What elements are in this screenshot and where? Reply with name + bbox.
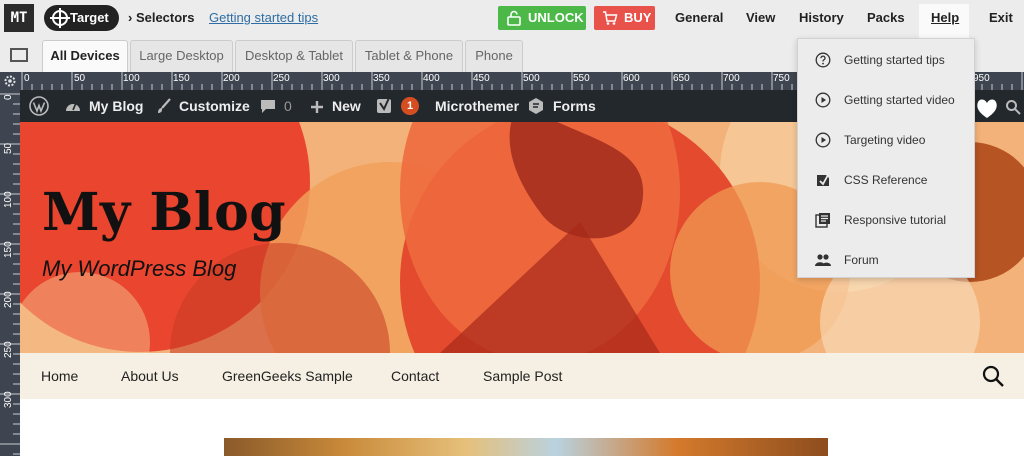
target-button[interactable]: Target bbox=[44, 5, 119, 31]
menu-history[interactable]: History bbox=[799, 10, 844, 25]
top-toolbar: MT Target › Selectors Getting started ti… bbox=[0, 0, 1024, 38]
admin-forms[interactable]: Forms bbox=[553, 98, 596, 114]
target-label: Target bbox=[70, 10, 109, 25]
help-item-getting-started-video[interactable]: Getting started video bbox=[798, 80, 976, 120]
microthemer-logo[interactable]: MT bbox=[4, 4, 34, 32]
menu-general[interactable]: General bbox=[675, 10, 723, 25]
help-item-responsive-tutorial[interactable]: Responsive tutorial bbox=[798, 200, 976, 240]
ruler-label: 450 bbox=[473, 73, 490, 84]
nav-contact[interactable]: Contact bbox=[391, 368, 439, 384]
ruler-label: 250 bbox=[3, 341, 14, 358]
ruler-label: 300 bbox=[323, 73, 340, 84]
help-item-label: CSS Reference bbox=[844, 173, 928, 187]
avatar-icon[interactable] bbox=[974, 96, 1000, 120]
unlock-button[interactable]: UNLOCK bbox=[498, 6, 586, 30]
microthemer-app: MT Target › Selectors Getting started ti… bbox=[0, 0, 1024, 456]
search-icon[interactable] bbox=[1005, 99, 1021, 115]
ruler-label: 300 bbox=[3, 391, 14, 408]
lock-icon bbox=[507, 10, 521, 26]
buy-button[interactable]: BUY bbox=[594, 6, 655, 30]
admin-new[interactable]: New bbox=[332, 98, 361, 114]
ruler-label: 50 bbox=[3, 142, 14, 154]
menu-help[interactable]: Help bbox=[931, 10, 959, 25]
nav-greengeeks-sample[interactable]: GreenGeeks Sample bbox=[222, 368, 353, 384]
device-icon[interactable] bbox=[10, 48, 28, 62]
ruler-label: 100 bbox=[3, 191, 14, 208]
ruler-label: 350 bbox=[373, 73, 390, 84]
post-featured-image bbox=[224, 438, 828, 456]
menu-view[interactable]: View bbox=[746, 10, 775, 25]
site-search-icon[interactable] bbox=[982, 365, 1004, 387]
dashboard-icon bbox=[66, 102, 80, 111]
help-item-getting-started-tips[interactable]: Getting started tips bbox=[798, 40, 976, 80]
nav-sample-post[interactable]: Sample Post bbox=[483, 368, 562, 384]
forms-icon bbox=[529, 98, 543, 114]
ruler-label: 0 bbox=[24, 73, 30, 84]
help-item-label: Responsive tutorial bbox=[844, 213, 947, 227]
ruler-label: 650 bbox=[673, 73, 690, 84]
ruler-label: 200 bbox=[3, 291, 14, 308]
ruler-label: 600 bbox=[623, 73, 640, 84]
help-item-label: Forum bbox=[844, 253, 879, 267]
wordpress-icon[interactable] bbox=[29, 96, 49, 116]
ruler-label: 550 bbox=[573, 73, 590, 84]
comments-count[interactable]: 0 bbox=[284, 98, 292, 114]
nav-about-us[interactable]: About Us bbox=[121, 368, 179, 384]
ruler-label: 100 bbox=[123, 73, 140, 84]
ruler-label: 500 bbox=[523, 73, 540, 84]
ruler-label: 250 bbox=[273, 73, 290, 84]
vertical-ruler[interactable]: 0 50 100 150 200 250 300 bbox=[0, 72, 20, 456]
tab-phone[interactable]: Phone bbox=[465, 40, 523, 72]
help-item-targeting-video[interactable]: Targeting video bbox=[798, 120, 976, 160]
tab-desktop-tablet[interactable]: Desktop & Tablet bbox=[235, 40, 353, 72]
yoast-icon[interactable] bbox=[376, 97, 394, 115]
unlock-label: UNLOCK bbox=[528, 10, 584, 25]
ruler-label: 50 bbox=[74, 73, 86, 84]
crosshair-icon bbox=[50, 8, 70, 28]
buy-label: BUY bbox=[624, 10, 652, 25]
nav-home[interactable]: Home bbox=[41, 368, 78, 384]
yoast-badge: 1 bbox=[401, 97, 419, 115]
help-item-label: Targeting video bbox=[844, 133, 926, 147]
plus-icon bbox=[311, 101, 323, 113]
ruler-label: 150 bbox=[173, 73, 190, 84]
admin-site-name[interactable]: My Blog bbox=[89, 98, 143, 114]
people-icon bbox=[815, 254, 831, 266]
ruler-label: 750 bbox=[773, 73, 790, 84]
play-icon bbox=[815, 92, 831, 108]
ruler-label: 400 bbox=[423, 73, 440, 84]
help-item-forum[interactable]: Forum bbox=[798, 240, 976, 280]
play-icon bbox=[815, 132, 831, 148]
brush-icon bbox=[158, 98, 171, 113]
getting-started-link[interactable]: Getting started tips bbox=[209, 10, 318, 25]
cart-icon bbox=[603, 11, 618, 25]
gear-icon[interactable] bbox=[3, 74, 17, 88]
site-nav: Home About Us GreenGeeks Sample Contact … bbox=[20, 353, 1024, 399]
tab-tablet-phone[interactable]: Tablet & Phone bbox=[355, 40, 463, 72]
css-reference-icon bbox=[817, 174, 829, 186]
site-description: My WordPress Blog bbox=[42, 256, 237, 281]
admin-customize[interactable]: Customize bbox=[179, 98, 250, 114]
tab-all-devices[interactable]: All Devices bbox=[42, 40, 128, 72]
tab-large-desktop[interactable]: Large Desktop bbox=[130, 40, 233, 72]
comment-icon bbox=[261, 100, 275, 113]
help-dropdown: Getting started tips Getting started vid… bbox=[797, 38, 975, 278]
menu-exit[interactable]: Exit bbox=[989, 10, 1013, 25]
tutorial-icon bbox=[815, 213, 830, 228]
ruler-label: 150 bbox=[3, 241, 14, 258]
menu-packs[interactable]: Packs bbox=[867, 10, 905, 25]
help-item-css-reference[interactable]: CSS Reference bbox=[798, 160, 976, 200]
help-item-label: Getting started tips bbox=[844, 53, 945, 67]
ruler-label: 200 bbox=[223, 73, 240, 84]
ruler-label: 700 bbox=[723, 73, 740, 84]
help-item-label: Getting started video bbox=[844, 93, 955, 107]
site-title[interactable]: My Blog bbox=[42, 182, 286, 243]
admin-microthemer[interactable]: Microthemer bbox=[435, 98, 519, 114]
ruler-label: 0 bbox=[3, 94, 14, 100]
selectors-button[interactable]: › Selectors bbox=[128, 10, 194, 25]
question-icon bbox=[815, 52, 831, 68]
